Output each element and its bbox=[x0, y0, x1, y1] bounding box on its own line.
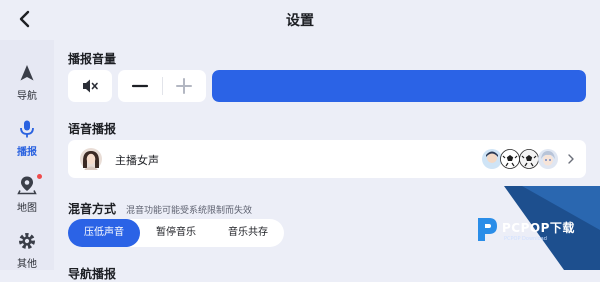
page-title: 设置 bbox=[286, 13, 314, 29]
watermark-logo-icon bbox=[478, 218, 497, 241]
mix-option-lower-volume[interactable]: 压低声音 bbox=[68, 219, 140, 247]
sidebar-item-navigation[interactable]: 导航 bbox=[0, 56, 54, 108]
voice-name: 主播女声 bbox=[115, 154, 159, 167]
notification-badge bbox=[37, 174, 42, 179]
watermark: PCPOP下载 PCPOP Download bbox=[452, 186, 600, 270]
watermark-text: PCPOP下载 bbox=[502, 221, 575, 235]
mix-section-title: 混音方式 bbox=[68, 202, 117, 216]
volume-slider[interactable] bbox=[212, 70, 586, 102]
voice-selector[interactable]: 主播女声 bbox=[68, 140, 586, 178]
sidebar-item-label: 播报 bbox=[17, 147, 37, 158]
volume-decrease-button[interactable] bbox=[118, 70, 162, 102]
voice-options-preview bbox=[482, 149, 558, 169]
soccer-ball-icon bbox=[519, 149, 539, 169]
gear-icon bbox=[19, 233, 35, 249]
mix-section-note: 混音功能可能受系统限制而失效 bbox=[126, 206, 253, 216]
voice-section-title: 语音播报 bbox=[68, 122, 117, 136]
volume-increase-button[interactable] bbox=[162, 70, 206, 102]
sidebar-item-broadcast[interactable]: 播报 bbox=[0, 112, 54, 164]
navigation-arrow-icon bbox=[20, 65, 34, 81]
anime-avatar-icon bbox=[538, 149, 558, 169]
sidebar-item-label: 导航 bbox=[17, 91, 37, 102]
watermark-subtext: PCPOP Download bbox=[504, 236, 547, 242]
sidebar-item-other[interactable]: 其他 bbox=[0, 224, 54, 276]
mute-button[interactable] bbox=[68, 70, 112, 102]
speaker-mute-icon bbox=[83, 79, 98, 93]
top-bar: 设置 bbox=[0, 0, 600, 40]
mix-mode-segmented-control: 压低声音 暂停音乐 音乐共存 bbox=[68, 219, 284, 247]
volume-slider-fill bbox=[212, 70, 586, 102]
navigation-broadcast-section-title: 导航播报 bbox=[68, 267, 117, 281]
chevron-right-icon bbox=[568, 154, 574, 164]
mix-option-music-coexist[interactable]: 音乐共存 bbox=[212, 219, 284, 247]
sidebar-item-label: 其他 bbox=[17, 259, 37, 270]
sidebar-item-label: 地图 bbox=[17, 203, 37, 214]
map-pin-icon bbox=[17, 176, 37, 195]
sidebar: 导航 播报 地图 其他 bbox=[0, 40, 54, 270]
volume-section-title: 播报音量 bbox=[68, 52, 117, 66]
microphone-icon bbox=[20, 120, 34, 138]
plus-icon bbox=[176, 78, 192, 94]
female-voice-avatar bbox=[80, 148, 102, 170]
volume-stepper bbox=[118, 70, 206, 102]
mix-option-pause-music[interactable]: 暂停音乐 bbox=[140, 219, 212, 247]
soccer-ball-icon bbox=[500, 149, 520, 169]
minus-icon bbox=[131, 84, 149, 88]
sidebar-item-map[interactable]: 地图 bbox=[0, 168, 54, 220]
cartoon-avatar-icon bbox=[482, 149, 502, 169]
